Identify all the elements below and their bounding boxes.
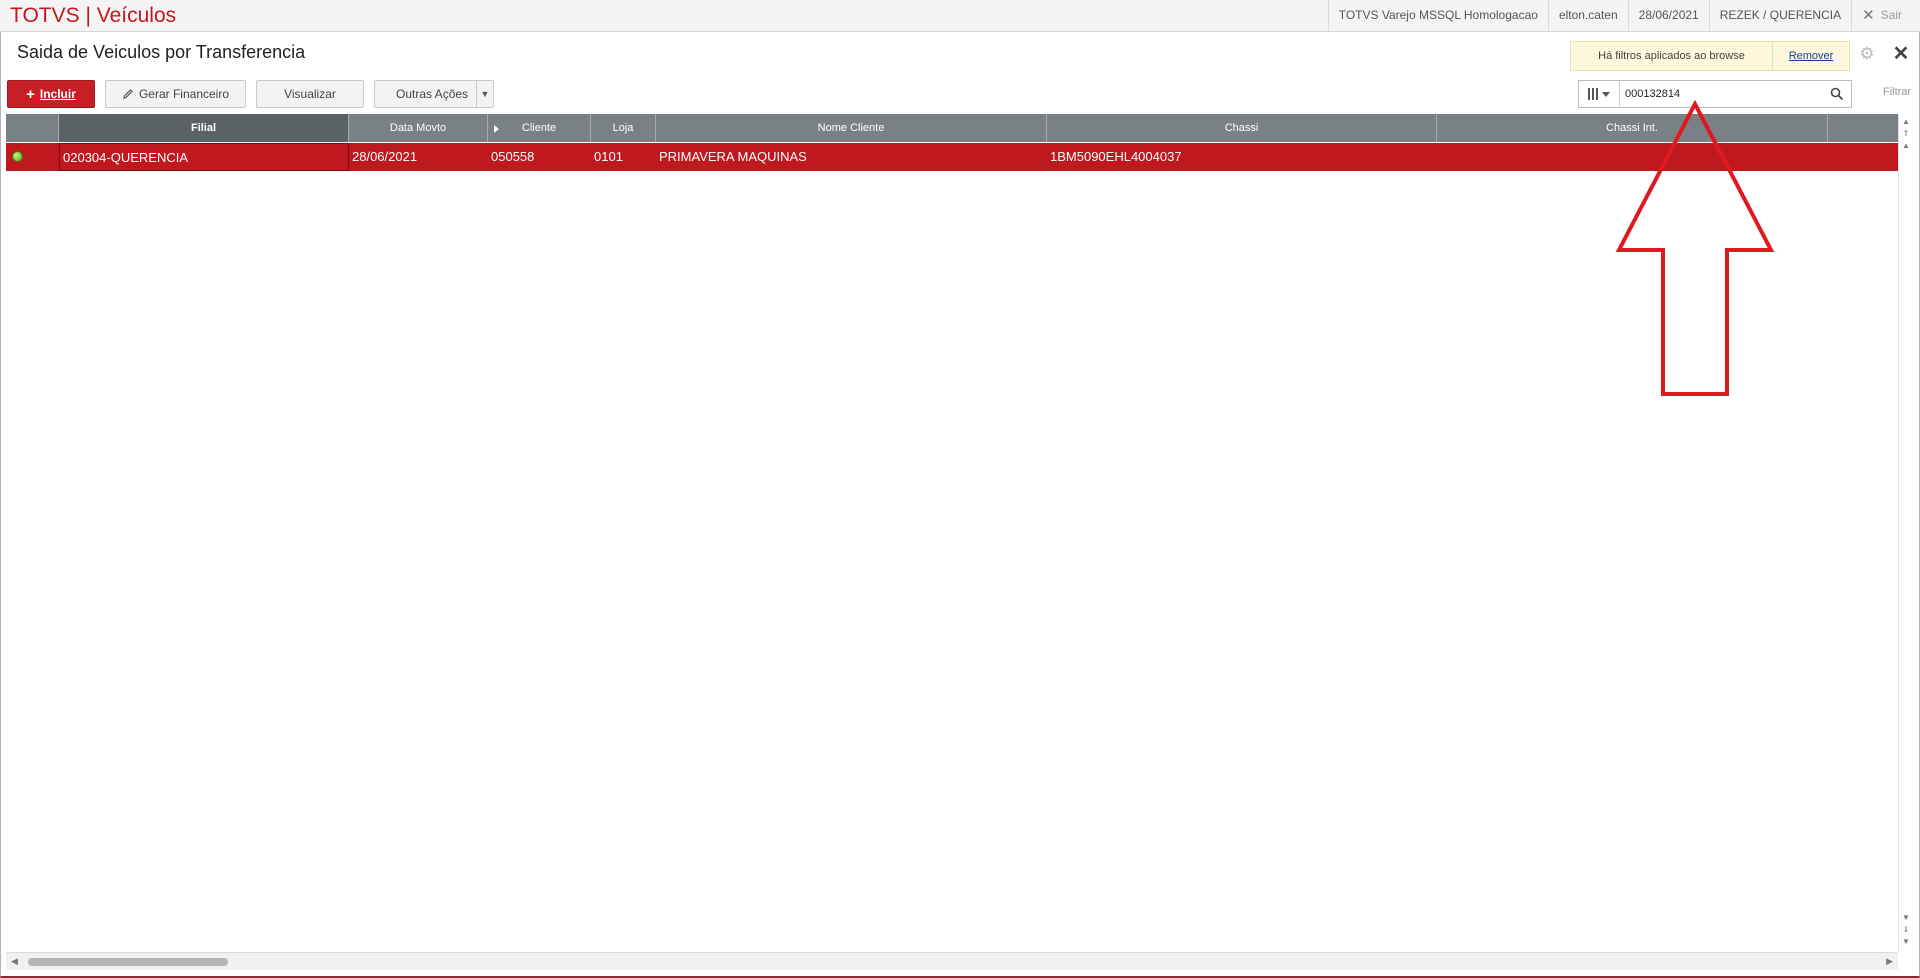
column-picker-button[interactable]	[1579, 81, 1620, 107]
logout-label: Sair	[1880, 8, 1902, 22]
column-header-nome-cliente[interactable]: Nome Cliente	[656, 114, 1047, 142]
status-green-icon	[12, 151, 23, 162]
chevron-down-icon	[1602, 91, 1610, 97]
scroll-page-up-icon[interactable]: ⇑	[1899, 128, 1913, 140]
scroll-page-down-icon[interactable]: ⇓	[1899, 924, 1913, 936]
cell-nome-cliente[interactable]: PRIMAVERA MAQUINAS	[656, 143, 1047, 171]
scroll-left-icon[interactable]: ◀	[11, 956, 18, 967]
column-header-cliente-label: Cliente	[521, 122, 557, 134]
search-input[interactable]	[1620, 88, 1823, 100]
incluir-button[interactable]: + Incluir	[7, 80, 95, 108]
scroll-bottom-icon[interactable]: ▼	[1899, 936, 1913, 948]
column-header-status[interactable]	[6, 114, 59, 142]
top-bar: TOTVS | Veículos TOTVS Varejo MSSQL Homo…	[0, 0, 1920, 32]
plus-icon: +	[26, 85, 35, 103]
search-icon[interactable]	[1823, 81, 1851, 107]
visualizar-label: Visualizar	[284, 87, 336, 101]
column-header-chassi[interactable]: Chassi	[1047, 114, 1437, 142]
outras-acoes-button[interactable]: Outras Ações ▼	[374, 80, 494, 108]
branch-label[interactable]: REZEK / QUERENCIA	[1708, 0, 1851, 31]
column-header-data-movto[interactable]: Data Movto	[349, 114, 488, 142]
cell-cliente[interactable]: 050558	[488, 143, 591, 171]
logout-button[interactable]: ✕ Sair	[1851, 0, 1920, 31]
incluir-label: Incluir	[39, 87, 76, 101]
session-info: TOTVS Varejo MSSQL Homologacao elton.cat…	[1327, 0, 1920, 31]
gerar-financeiro-label: Gerar Financeiro	[138, 87, 230, 101]
columns-icon	[1588, 88, 1598, 100]
user-label: elton.caten	[1547, 0, 1628, 31]
close-icon: ✕	[1862, 7, 1875, 24]
annotation-arrow-icon	[1615, 100, 1775, 396]
pencil-icon	[123, 89, 133, 99]
cell-chassi[interactable]: 1BM5090EHL4004037	[1047, 143, 1437, 171]
filter-button[interactable]: Filtrar	[1883, 86, 1911, 98]
gear-icon[interactable]: ⚙	[1857, 44, 1877, 64]
chevron-down-icon[interactable]: ▼	[476, 81, 493, 107]
horizontal-scrollbar[interactable]: ◀ ▶	[6, 952, 1898, 970]
column-header-cliente[interactable]: Cliente	[488, 114, 591, 142]
gerar-financeiro-button[interactable]: Gerar Financeiro	[105, 80, 246, 108]
vertical-scrollbar[interactable]: ▲ ⇑ ▲ ▼ ⇓ ▼	[1898, 114, 1914, 952]
filter-notice: Há filtros aplicados ao browse Remover	[1570, 41, 1850, 71]
column-header-loja[interactable]: Loja	[591, 114, 656, 142]
horizontal-scroll-thumb[interactable]	[28, 958, 228, 966]
date-label: 28/06/2021	[1627, 0, 1709, 31]
scroll-top-icon[interactable]: ▲	[1899, 140, 1913, 152]
column-header-filial[interactable]: Filial	[59, 114, 349, 142]
close-window-icon[interactable]: ✕	[1890, 42, 1912, 66]
cell-loja[interactable]: 0101	[591, 143, 656, 171]
remove-filter-link[interactable]: Remover	[1773, 50, 1849, 62]
sort-arrow-icon	[494, 125, 499, 133]
page-title: Saida de Veiculos por Transferencia	[17, 42, 306, 62]
environment-label: TOTVS Varejo MSSQL Homologacao	[1327, 0, 1548, 31]
status-cell	[6, 143, 59, 171]
scroll-right-icon[interactable]: ▶	[1886, 956, 1893, 967]
column-header-filler	[1828, 114, 1898, 142]
filter-notice-message: Há filtros aplicados ao browse	[1571, 42, 1773, 70]
outras-acoes-label: Outras Ações	[396, 87, 469, 101]
app-brand: TOTVS | Veículos	[10, 4, 177, 27]
cell-filial[interactable]: 020304-QUERENCIA	[59, 143, 349, 171]
scroll-down-icon[interactable]: ▼	[1899, 912, 1913, 924]
cell-data-movto[interactable]: 28/06/2021	[349, 143, 488, 171]
scroll-up-icon[interactable]: ▲	[1899, 116, 1913, 128]
visualizar-button[interactable]: Visualizar	[256, 80, 364, 108]
